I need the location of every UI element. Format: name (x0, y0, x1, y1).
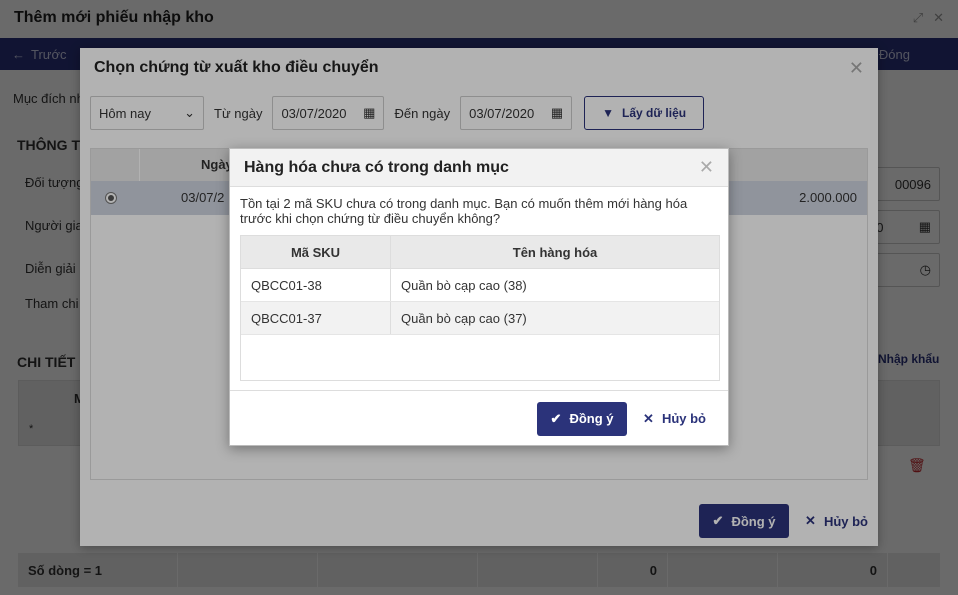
confirm-label: Đồng ý (569, 411, 614, 426)
cell-sku: QBCC01-38 (241, 269, 391, 301)
header-sku: Mã SKU (241, 236, 391, 268)
cancel-label: Hủy bỏ (661, 411, 706, 426)
table-row: QBCC01-37 Quần bò cạp cao (37) (241, 302, 719, 335)
confirm-button[interactable]: ✔ Đồng ý (537, 401, 628, 436)
missing-sku-table: Mã SKU Tên hàng hóa QBCC01-38 Quần bò cạ… (240, 235, 720, 381)
table-header: Mã SKU Tên hàng hóa (241, 236, 719, 269)
header-item-name: Tên hàng hóa (512, 244, 598, 260)
table-row: QBCC01-38 Quần bò cạp cao (38) (241, 269, 719, 302)
cell-sku: QBCC01-37 (241, 302, 391, 334)
close-icon: ✕ (643, 410, 654, 426)
cell-item-name: Quần bò cạp cao (37) (401, 310, 527, 326)
cancel-button[interactable]: ✕ Hủy bỏ (643, 402, 706, 436)
close-icon[interactable]: ✕ (699, 157, 714, 178)
dialog-message: Tồn tại 2 mã SKU chưa có trong danh mục.… (240, 196, 688, 226)
check-icon: ✔ (550, 410, 562, 426)
dialog-header: Hàng hóa chưa có trong danh mục ✕ (230, 149, 728, 187)
dialog-footer: ✔ Đồng ý ✕ Hủy bỏ (230, 390, 728, 446)
dialog-title: Hàng hóa chưa có trong danh mục (244, 158, 509, 176)
cell-item-name: Quần bò cạp cao (38) (401, 277, 527, 293)
missing-items-dialog: Hàng hóa chưa có trong danh mục ✕ Tồn tạ… (229, 148, 729, 446)
